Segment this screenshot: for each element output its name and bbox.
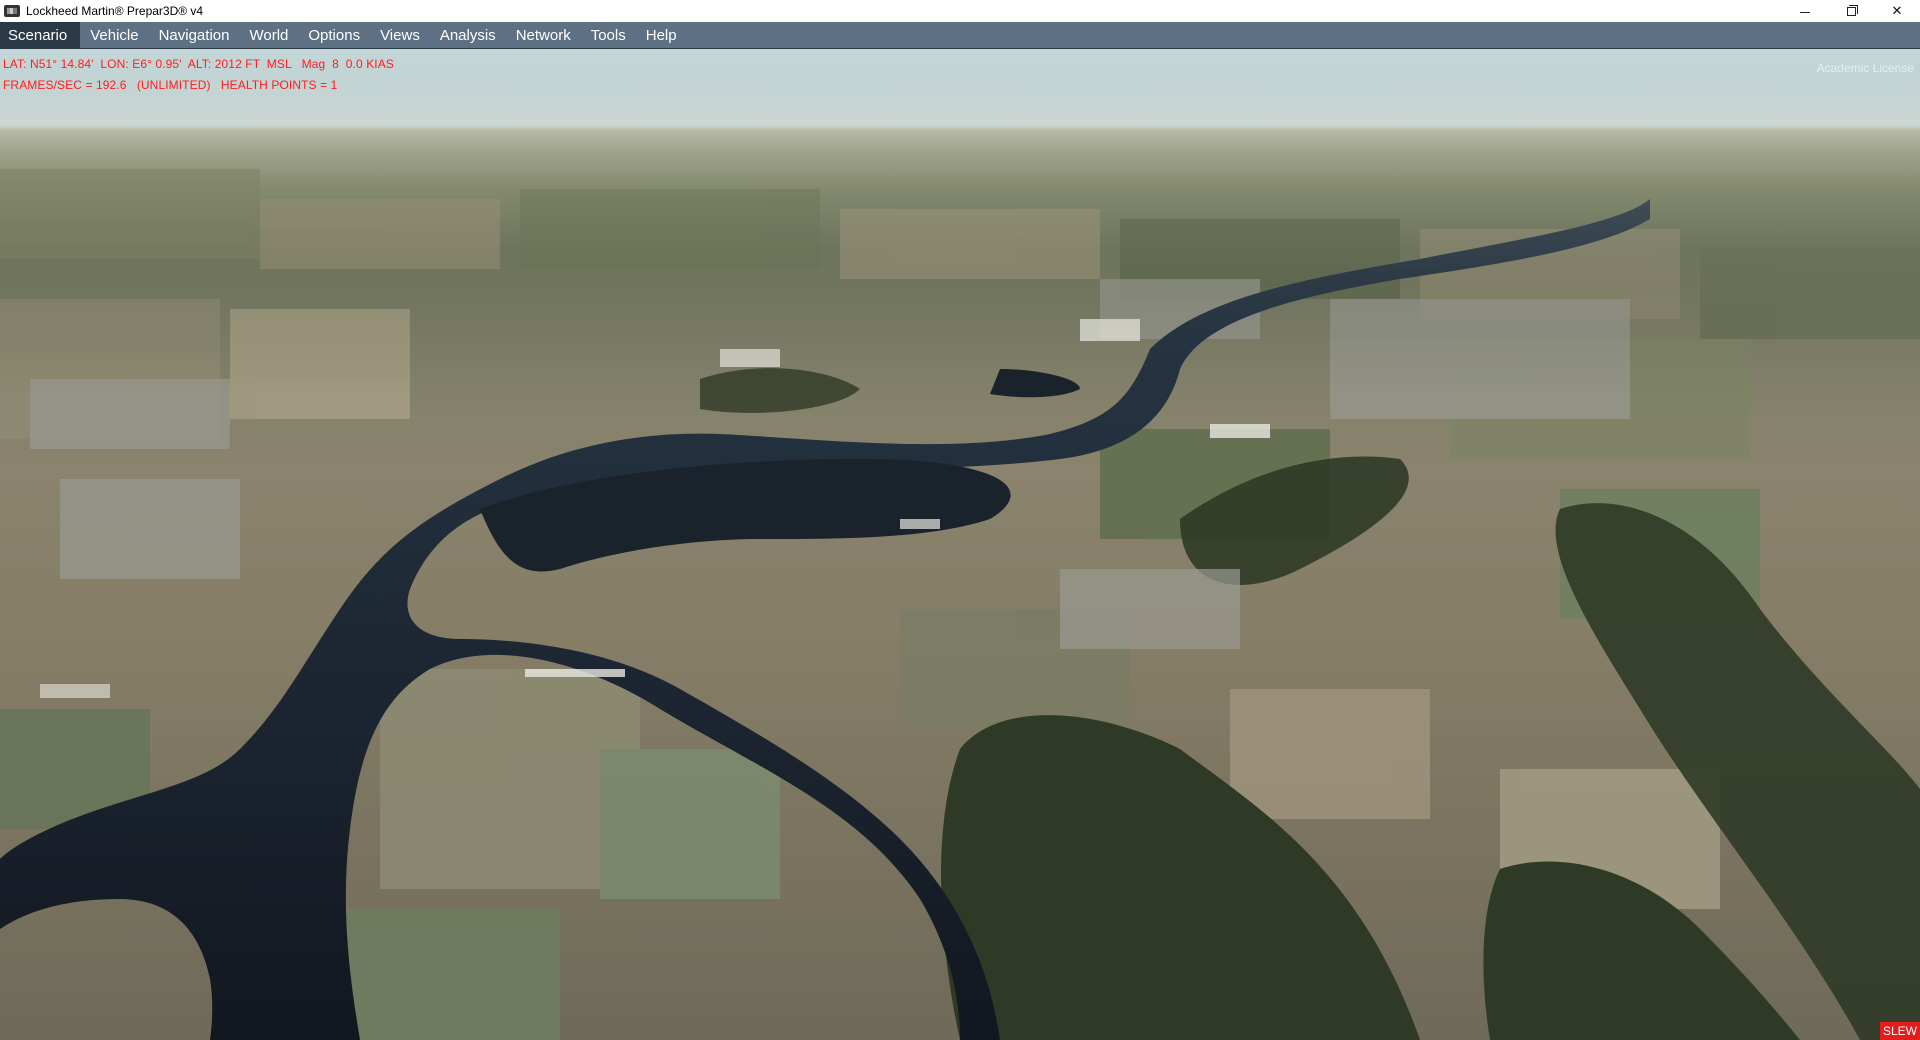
minimize-icon xyxy=(1800,11,1810,13)
app-icon xyxy=(4,5,20,17)
restore-icon xyxy=(1846,4,1858,16)
menu-tools[interactable]: Tools xyxy=(581,22,636,49)
license-watermark: Academic License xyxy=(1816,61,1914,75)
slew-mode-badge: SLEW xyxy=(1880,1022,1920,1040)
menu-navigation[interactable]: Navigation xyxy=(149,22,240,49)
close-icon: ✕ xyxy=(1891,3,1903,19)
menu-bar: Scenario Vehicle Navigation World Option… xyxy=(0,21,1920,49)
menu-scenario[interactable]: Scenario xyxy=(0,21,81,49)
menu-network[interactable]: Network xyxy=(506,22,581,49)
menu-help[interactable]: Help xyxy=(636,22,687,49)
menu-world[interactable]: World xyxy=(239,22,298,49)
hud-framerate-readout: FRAMES/SEC = 192.6 (UNLIMITED) HEALTH PO… xyxy=(3,78,338,92)
hud-position-readout: LAT: N51° 14.84' LON: E6° 0.95' ALT: 201… xyxy=(3,57,394,71)
close-button[interactable]: ✕ xyxy=(1874,0,1920,22)
scene-viewport[interactable] xyxy=(0,49,1920,1040)
menu-analysis[interactable]: Analysis xyxy=(430,22,506,49)
maximize-button[interactable] xyxy=(1828,0,1874,22)
window-controls: ✕ xyxy=(1782,0,1920,22)
minimize-button[interactable] xyxy=(1782,0,1828,22)
menu-views[interactable]: Views xyxy=(370,22,430,49)
window-title: Lockheed Martin® Prepar3D® v4 xyxy=(26,4,204,18)
menu-options[interactable]: Options xyxy=(298,22,370,49)
menu-vehicle[interactable]: Vehicle xyxy=(80,22,148,49)
terrain-render xyxy=(0,49,1920,1040)
title-bar: Lockheed Martin® Prepar3D® v4 ✕ xyxy=(0,0,1920,22)
